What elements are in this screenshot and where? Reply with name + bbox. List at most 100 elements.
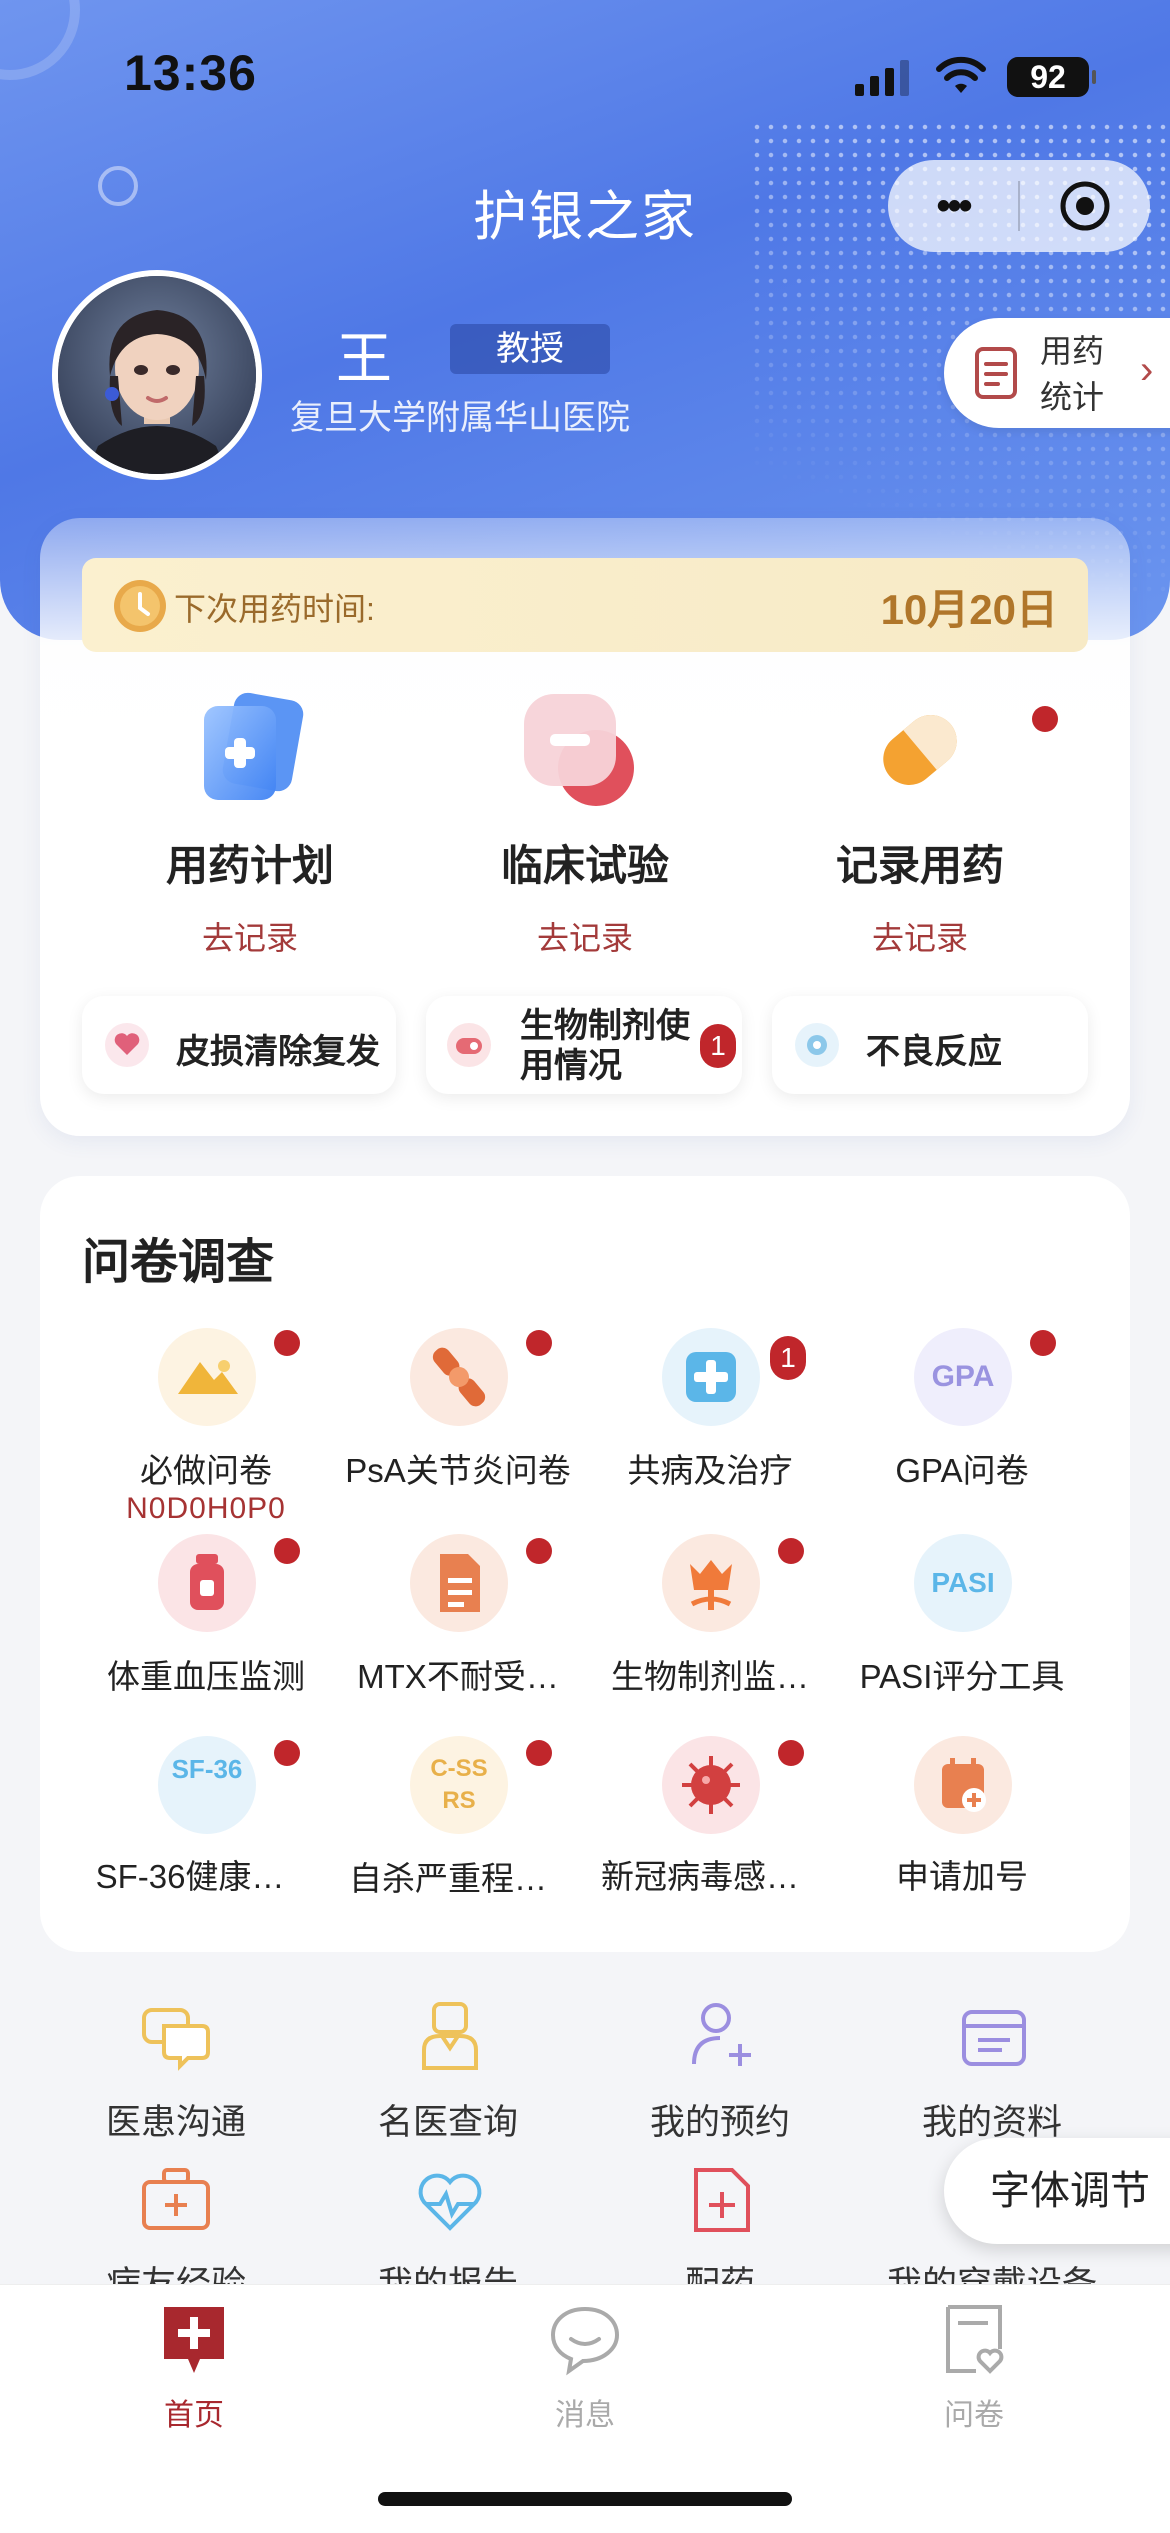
tool-label[interactable]: 名医查询 [318, 2094, 578, 2145]
medical-kit-icon[interactable] [140, 2164, 212, 2236]
calendar-add-icon[interactable] [914, 1736, 1012, 1834]
tool-label[interactable]: 我的报告 [318, 2256, 578, 2284]
survey-icon [946, 2305, 1004, 2374]
clock-icon [114, 580, 166, 632]
feature-medication-plan[interactable]: 用药计划 去记录 [100, 832, 400, 959]
survey-label[interactable]: SF-36健康… [60, 1850, 320, 1898]
feature-name: 记录用药 [835, 842, 1004, 889]
next-medication-bar[interactable]: 下次用药时间: 10月20日 [82, 558, 1088, 652]
more-icon[interactable]: ••• [888, 160, 1018, 252]
count-badge: 1 [770, 1336, 806, 1380]
doctor-icon[interactable] [414, 2000, 486, 2072]
survey-title: 问卷调查 [82, 1236, 275, 1289]
tool-label[interactable]: 配药 [590, 2256, 850, 2284]
user-name: 王 [336, 327, 392, 390]
message-icon [550, 2306, 620, 2376]
notification-dot [526, 1538, 552, 1564]
notification-dot [526, 1740, 552, 1766]
feature-clinical-trial[interactable]: 临床试验 去记录 [435, 832, 735, 959]
pill-adverse-reaction[interactable]: 不良反应 [772, 996, 1088, 1094]
feature-action[interactable]: 去记录 [100, 913, 400, 959]
feature-action[interactable]: 去记录 [435, 913, 735, 959]
battery-indicator: 92 [1007, 57, 1096, 97]
heartbeat-icon[interactable] [414, 2164, 486, 2236]
tool-label[interactable]: 病友经验 [46, 2256, 306, 2284]
medication-stats-button[interactable]: 用药统计 › [944, 318, 1170, 428]
reaction-icon [795, 1023, 839, 1067]
pill-label: 生物制剂使用情况 [520, 1007, 690, 1085]
notification-dot [274, 1740, 300, 1766]
cross-icon[interactable] [662, 1328, 760, 1426]
notification-dot [274, 1330, 300, 1356]
pill-biologic-usage[interactable]: 生物制剂使用情况 1 [426, 996, 742, 1094]
wifi-icon [936, 56, 986, 93]
notification-dot [1030, 1330, 1056, 1356]
survey-label[interactable]: MTX不耐受… [328, 1650, 588, 1698]
feature-record-medication[interactable]: 记录用药 去记录 [770, 832, 1070, 959]
sf36-icon[interactable]: SF-36 [158, 1736, 256, 1834]
pill-label: 皮损清除复发 [176, 1033, 380, 1071]
next-medication-date: 10月20日 [880, 586, 1058, 633]
chat-bubbles-icon[interactable] [140, 2002, 212, 2074]
mountain-icon[interactable] [158, 1328, 256, 1426]
survey-label[interactable]: GPA问卷 [832, 1444, 1092, 1492]
survey-label[interactable]: 申请加号 [832, 1850, 1092, 1898]
medicine-card-icon [204, 692, 304, 800]
notification-dot [778, 1538, 804, 1564]
miniprogram-capsule: ••• [888, 160, 1150, 252]
cssrs-icon[interactable]: C-SSRS [410, 1736, 508, 1834]
feature-action[interactable]: 去记录 [770, 913, 1070, 959]
feature-name: 临床试验 [500, 842, 669, 889]
chevron-right-icon: › [1140, 348, 1154, 392]
pasi-icon[interactable]: PASI [914, 1534, 1012, 1632]
survey-code: N0D0H0P0 [126, 1492, 286, 1525]
folder-icon[interactable] [958, 2002, 1030, 2074]
close-target-icon[interactable] [1020, 178, 1150, 234]
avatar[interactable] [52, 270, 262, 480]
notification-dot [526, 1330, 552, 1356]
joint-icon[interactable] [410, 1328, 508, 1426]
document-icon[interactable] [410, 1534, 508, 1632]
notification-dot [1032, 706, 1058, 732]
virus-icon[interactable] [662, 1736, 760, 1834]
stats-label: 用药统计 [1040, 333, 1105, 415]
bottle-icon[interactable] [158, 1534, 256, 1632]
survey-label[interactable]: 体重血压监测 [76, 1650, 336, 1698]
survey-label[interactable]: 新冠病毒感… [570, 1850, 830, 1898]
survey-label[interactable]: 必做问卷 [76, 1444, 336, 1492]
tool-label[interactable]: 我的穿戴设备 [862, 2256, 1122, 2284]
signal-icon [855, 58, 909, 96]
font-adjust-button[interactable]: 字体调节 [944, 2138, 1170, 2244]
home-cross-icon [164, 2307, 224, 2373]
tab-surveys[interactable]: 问卷 [874, 2303, 1074, 2434]
survey-label[interactable]: 生物制剂监… [580, 1650, 840, 1698]
tab-label: 问卷 [944, 2399, 1004, 2432]
survey-label[interactable]: PASI评分工具 [832, 1650, 1092, 1698]
prescription-icon[interactable] [686, 2164, 758, 2236]
tool-label[interactable]: 医患沟通 [46, 2094, 306, 2145]
count-badge: 1 [700, 1024, 736, 1068]
tulip-icon[interactable] [662, 1534, 760, 1632]
tab-messages[interactable]: 消息 [485, 2303, 685, 2434]
hospital-name: 复旦大学附属华山医院 [290, 399, 630, 437]
tab-label: 消息 [555, 2399, 615, 2432]
survey-label[interactable]: PsA关节炎问卷 [328, 1444, 588, 1492]
pill-label: 不良反应 [866, 1033, 1002, 1071]
tab-label: 首页 [164, 2399, 224, 2432]
gpa-icon[interactable]: GPA [914, 1328, 1012, 1426]
status-time: 13:36 [124, 45, 257, 101]
notification-dot [274, 1538, 300, 1564]
feature-name: 用药计划 [165, 842, 334, 889]
tool-label[interactable]: 我的预约 [590, 2094, 850, 2145]
notification-dot [778, 1740, 804, 1766]
decor-arc [0, 0, 80, 80]
pill-capsule-icon [883, 715, 957, 785]
survey-label[interactable]: 共病及治疗 [580, 1444, 840, 1492]
test-tube-icon [524, 694, 634, 806]
home-indicator [378, 2492, 792, 2506]
tab-home[interactable]: 首页 [94, 2303, 294, 2434]
next-medication-label: 下次用药时间: [174, 591, 375, 627]
survey-label[interactable]: 自杀严重程… [318, 1852, 578, 1900]
user-add-icon[interactable] [686, 2000, 758, 2072]
pill-lesion-recurrence[interactable]: 皮损清除复发 [82, 996, 396, 1094]
